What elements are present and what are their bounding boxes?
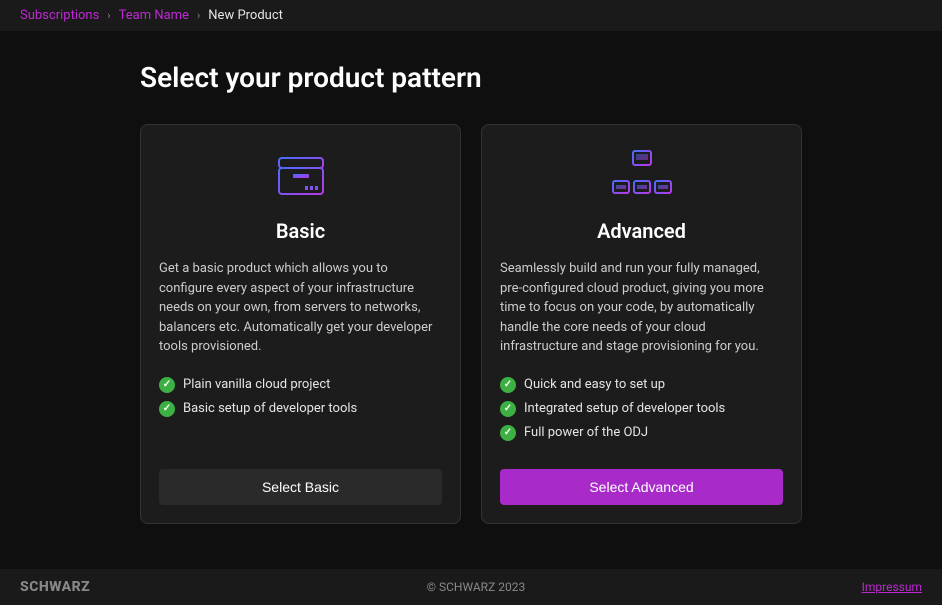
- page-title: Select your product pattern: [140, 61, 802, 94]
- footer: SCHWARZ © SCHWARZ 2023 Impressum: [0, 569, 942, 605]
- storage-box-icon: [159, 145, 442, 205]
- check-icon: [500, 377, 516, 393]
- feature-label: Plain vanilla cloud project: [183, 377, 330, 392]
- feature-item: Integrated setup of developer tools: [500, 401, 783, 417]
- card-advanced: Advanced Seamlessly build and run your f…: [481, 124, 802, 524]
- breadcrumb-subscriptions[interactable]: Subscriptions: [20, 8, 99, 23]
- feature-label: Basic setup of developer tools: [183, 401, 357, 416]
- check-icon: [159, 377, 175, 393]
- check-icon: [159, 401, 175, 417]
- footer-brand: SCHWARZ: [20, 579, 90, 595]
- card-advanced-description: Seamlessly build and run your fully mana…: [500, 259, 783, 357]
- feature-item: Basic setup of developer tools: [159, 401, 442, 417]
- check-icon: [500, 401, 516, 417]
- breadcrumb-team-name[interactable]: Team Name: [119, 8, 189, 23]
- select-advanced-button[interactable]: Select Advanced: [500, 469, 783, 505]
- feature-label: Integrated setup of developer tools: [524, 401, 725, 416]
- chevron-right-icon: ›: [197, 9, 200, 22]
- card-basic: Basic Get a basic product which allows y…: [140, 124, 461, 524]
- main-content: Select your product pattern: [0, 31, 942, 569]
- network-cluster-icon: [500, 145, 783, 205]
- check-icon: [500, 425, 516, 441]
- feature-item: Full power of the ODJ: [500, 425, 783, 441]
- breadcrumb-current: New Product: [208, 8, 283, 23]
- card-basic-features: Plain vanilla cloud project Basic setup …: [159, 377, 442, 425]
- footer-copyright: © SCHWARZ 2023: [427, 580, 526, 594]
- feature-label: Full power of the ODJ: [524, 425, 648, 440]
- feature-label: Quick and easy to set up: [524, 377, 665, 392]
- footer-impressum-link[interactable]: Impressum: [862, 580, 922, 594]
- card-advanced-title: Advanced: [500, 219, 783, 243]
- card-basic-title: Basic: [159, 219, 442, 243]
- product-cards: Basic Get a basic product which allows y…: [140, 124, 802, 524]
- feature-item: Quick and easy to set up: [500, 377, 783, 393]
- chevron-right-icon: ›: [107, 9, 110, 22]
- select-basic-button[interactable]: Select Basic: [159, 469, 442, 505]
- breadcrumb: Subscriptions › Team Name › New Product: [0, 0, 942, 31]
- card-basic-description: Get a basic product which allows you to …: [159, 259, 442, 357]
- feature-item: Plain vanilla cloud project: [159, 377, 442, 393]
- card-advanced-features: Quick and easy to set up Integrated setu…: [500, 377, 783, 449]
